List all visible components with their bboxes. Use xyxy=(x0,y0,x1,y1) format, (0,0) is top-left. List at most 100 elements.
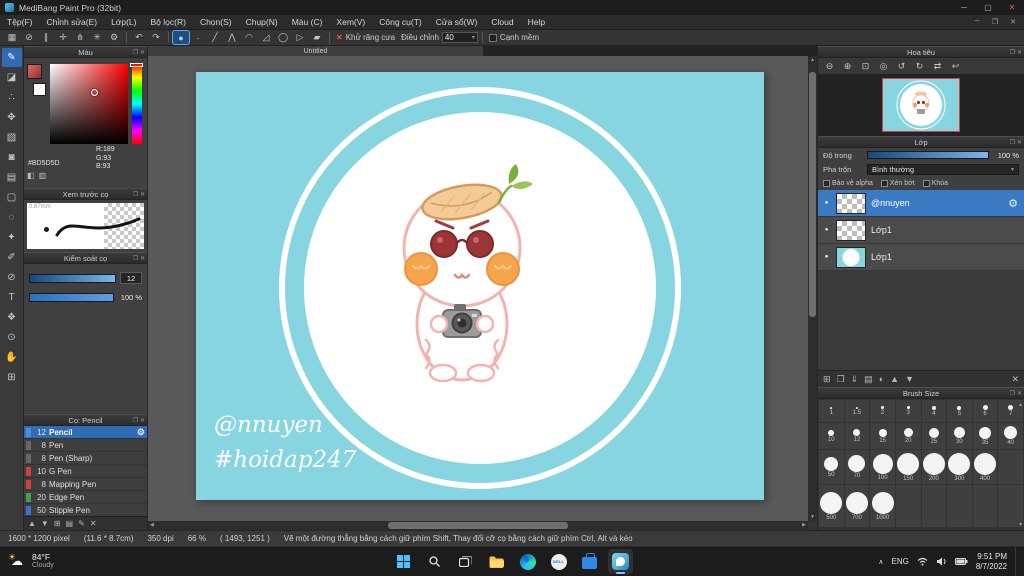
brush-size-cell-4[interactable]: 4 xyxy=(921,400,947,422)
medibang-taskbar-button[interactable] xyxy=(608,549,633,574)
hue-cursor[interactable] xyxy=(130,63,143,67)
brush-settings-icon[interactable]: ⚙ xyxy=(137,427,145,438)
brush-size-cell-1000[interactable]: 1000 xyxy=(870,485,895,527)
detach-panel-icon[interactable]: ❐ xyxy=(1010,139,1015,146)
document-tab[interactable]: Untitled xyxy=(148,46,484,56)
brush-size-cell-1-5[interactable]: 1.5 xyxy=(844,400,870,422)
menu-tool[interactable]: Công cụ(T) xyxy=(372,15,429,29)
scroll-down-icon[interactable]: ▼ xyxy=(808,514,817,520)
close-panel-icon[interactable]: ✕ xyxy=(140,49,145,56)
layer-visibility-icon[interactable]: ● xyxy=(822,227,831,233)
zoom-in-icon[interactable]: ⊕ xyxy=(840,60,855,73)
redo-icon[interactable]: ↷ xyxy=(148,31,164,44)
brush-tool[interactable]: ✎ xyxy=(1,48,22,67)
tray-overflow-button[interactable]: ∧ xyxy=(878,558,883,566)
battery-icon[interactable] xyxy=(954,557,968,566)
scroll-up-icon[interactable]: ▲ xyxy=(808,57,817,63)
rotate-right-icon[interactable]: ↻ xyxy=(912,60,927,73)
child-minimize-button[interactable]: ─ xyxy=(969,18,985,26)
correction-input[interactable]: 40 ▾ xyxy=(441,32,478,43)
maximize-button[interactable]: ▢ xyxy=(976,0,1000,15)
foreground-color-swatch[interactable] xyxy=(27,64,42,79)
layer-folder-icon[interactable]: ▤ xyxy=(864,374,873,385)
brush-size-cell-10[interactable]: 10 xyxy=(819,423,844,449)
reset-view-icon[interactable]: ↩ xyxy=(948,60,963,73)
layer-visibility-icon[interactable]: ● xyxy=(822,200,831,206)
toolbar-snap-parallel-icon[interactable]: ∥ xyxy=(38,31,54,44)
mode-dot-icon[interactable]: ∙ xyxy=(190,31,206,44)
antialias-checkbox[interactable]: ✕ xyxy=(336,33,343,42)
brush-size-cell-400[interactable]: 400 xyxy=(972,450,998,484)
menu-cloud[interactable]: Cloud xyxy=(484,15,520,29)
select-eraser-tool[interactable]: ⊘ xyxy=(2,268,22,287)
brush-size-cell-30[interactable]: 30 xyxy=(947,423,972,449)
add-brush-icon[interactable]: ⊞ xyxy=(54,519,61,528)
brush-size-cell-20[interactable]: 20 xyxy=(895,423,921,449)
flip-horizontal-icon[interactable]: ⇄ xyxy=(930,60,945,73)
weather-widget[interactable]: ☀ ☁ 84°F Cloudy xyxy=(8,547,54,576)
mode-ellipse-icon[interactable]: ◯ xyxy=(275,31,291,44)
layer-settings-icon[interactable]: ⚙ xyxy=(1008,197,1018,210)
brush-size-cell-40[interactable]: 40 xyxy=(998,423,1023,449)
clock[interactable]: 9:51 PM 8/7/2022 xyxy=(976,552,1007,571)
layer-down-icon[interactable]: ▼ xyxy=(905,374,914,384)
dell-app-button[interactable]: DELL xyxy=(546,549,571,574)
menu-snap[interactable]: Chụp(N) xyxy=(239,15,285,29)
horizontal-scrollbar[interactable]: ◀ ▶ xyxy=(148,521,808,530)
edge-button[interactable] xyxy=(515,549,540,574)
toolbar-snap-cross-icon[interactable]: ✛ xyxy=(55,31,71,44)
layer-visibility-icon[interactable]: ● xyxy=(822,254,831,260)
close-panel-icon[interactable]: ✕ xyxy=(1017,49,1022,56)
brush-size-cell-12[interactable]: 12 xyxy=(844,423,870,449)
brush-size-cell-15[interactable]: 15 xyxy=(870,423,895,449)
toolbar-snap-vanishing-icon[interactable]: ⋔ xyxy=(72,31,88,44)
divide-tool[interactable]: ⊞ xyxy=(2,368,22,387)
brush-stipple-pen[interactable]: 50 Stipple Pen xyxy=(24,504,147,516)
search-button[interactable] xyxy=(422,549,447,574)
menu-file[interactable]: Tệp(F) xyxy=(0,15,40,29)
layer-row-1[interactable]: ● @nnuyen ⚙ xyxy=(818,190,1024,217)
eyedropper-tool[interactable]: ⊙ xyxy=(2,328,22,347)
layer-row-3[interactable]: ● Lớp1 xyxy=(818,244,1024,271)
hand-tool[interactable]: ✋ xyxy=(2,348,22,367)
detach-panel-icon[interactable]: ❐ xyxy=(133,255,138,262)
brush-size-value[interactable]: 12 xyxy=(120,272,142,284)
hue-slider[interactable] xyxy=(130,63,143,144)
mode-polyline-icon[interactable]: ⋀ xyxy=(224,31,240,44)
delete-layer-icon[interactable]: ✕ xyxy=(1011,374,1019,385)
lock-checkbox[interactable]: Khóa xyxy=(922,179,948,187)
magic-wand-tool[interactable]: ✦ xyxy=(2,228,22,247)
brush-size-cell-100[interactable]: 100 xyxy=(870,450,895,484)
fill-tool[interactable]: ▧ xyxy=(2,128,22,147)
vertical-scroll-thumb[interactable] xyxy=(809,72,816,317)
brush-size-cell-35[interactable]: 35 xyxy=(972,423,998,449)
scroll-left-icon[interactable]: ◀ xyxy=(150,521,154,530)
color-picker-cursor[interactable] xyxy=(91,89,98,96)
scroll-right-icon[interactable]: ▶ xyxy=(802,521,806,530)
close-panel-icon[interactable]: ✕ xyxy=(140,191,145,198)
detach-panel-icon[interactable]: ❐ xyxy=(133,49,138,56)
close-button[interactable]: ✕ xyxy=(1000,0,1024,15)
move-tool[interactable]: ✥ xyxy=(2,108,22,127)
menu-edit[interactable]: Chỉnh sửa(E) xyxy=(40,15,105,29)
vertical-scrollbar[interactable]: ▲ ▼ xyxy=(808,56,817,521)
toolbar-snap-radial-icon[interactable]: ✳ xyxy=(89,31,105,44)
duplicate-layer-icon[interactable]: ❐ xyxy=(837,374,845,385)
brush-edge-pen[interactable]: 20 Edge Pen xyxy=(24,491,147,504)
close-panel-icon[interactable]: ✕ xyxy=(1017,390,1022,397)
zoom-out-icon[interactable]: ⊖ xyxy=(822,60,837,73)
brush-pencil[interactable]: 12 Pencil ⚙ xyxy=(24,426,147,439)
select-tool[interactable]: ▢ xyxy=(2,188,22,207)
delete-brush-icon[interactable]: ✕ xyxy=(90,519,97,528)
bucket-tool[interactable]: ◙ xyxy=(2,148,22,167)
brush-size-cell-5[interactable]: 5 xyxy=(947,400,972,422)
detach-panel-icon[interactable]: ❐ xyxy=(1010,390,1015,397)
menu-color[interactable]: Màu (C) xyxy=(285,15,330,29)
navigator-thumbnail[interactable] xyxy=(882,78,960,132)
brush-size-cell-2[interactable]: 2 xyxy=(870,400,895,422)
undo-icon[interactable]: ↶ xyxy=(131,31,147,44)
clipping-checkbox[interactable]: Xén bớt xyxy=(880,179,915,187)
layer-up-icon[interactable]: ▲ xyxy=(890,374,899,384)
horizontal-scroll-thumb[interactable] xyxy=(388,522,568,529)
close-panel-icon[interactable]: ✕ xyxy=(140,417,145,424)
